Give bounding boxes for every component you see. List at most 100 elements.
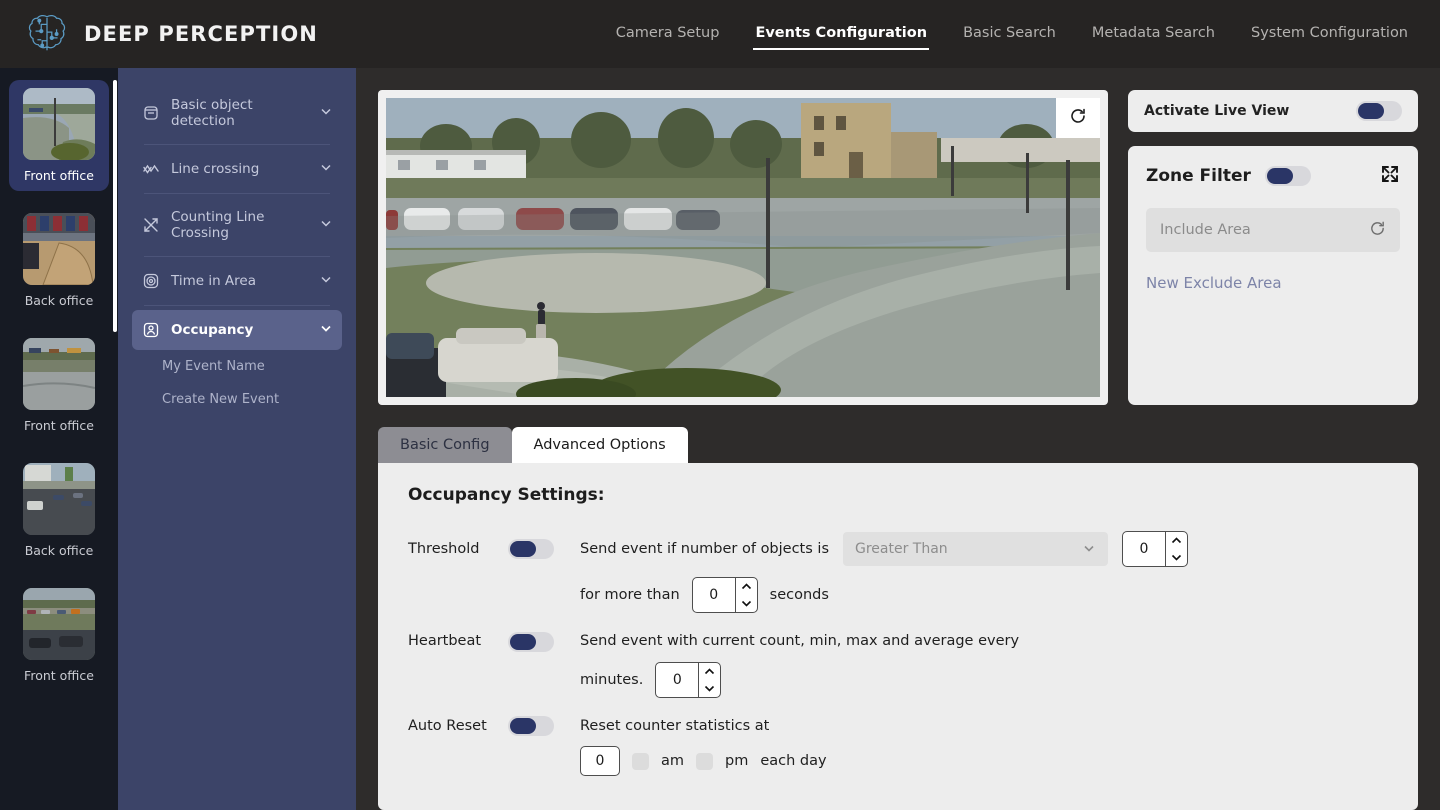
threshold-toggle-wrap — [508, 539, 580, 560]
video-panel — [378, 90, 1108, 405]
event-type-label: Occupancy — [171, 322, 254, 338]
activate-live-view-label: Activate Live View — [1144, 103, 1290, 119]
camera-item-1[interactable]: Back office — [9, 205, 109, 316]
toggle-knob — [510, 718, 536, 734]
event-type-counting-line-crossing[interactable]: Counting Line Crossing — [132, 198, 342, 252]
include-area-placeholder: Include Area — [1160, 222, 1251, 238]
pm-checkbox[interactable] — [696, 752, 714, 770]
event-subitem-create-new-event[interactable]: Create New Event — [132, 383, 342, 416]
chevron-down-icon[interactable] — [320, 217, 332, 233]
zone-filter-title: Zone Filter — [1146, 166, 1251, 186]
threshold-seconds-stepper[interactable]: 0 — [691, 577, 758, 613]
divider — [144, 193, 330, 194]
stepper-up-icon[interactable] — [699, 663, 720, 680]
camera-thumbnail — [23, 88, 95, 160]
comparison-select-value: Greater Than — [855, 541, 948, 557]
zone-filter-header: Zone Filter — [1146, 164, 1400, 188]
auto-reset-row: Auto Reset Reset counter statistics at — [408, 716, 1388, 736]
divider — [144, 256, 330, 257]
auto-reset-hour-input[interactable]: 0 — [580, 746, 620, 776]
nav-item-events-configuration[interactable]: Events Configuration — [753, 19, 929, 50]
stepper-buttons — [734, 578, 757, 612]
heartbeat-minutes-value[interactable]: 0 — [656, 663, 698, 697]
am-checkbox[interactable] — [632, 752, 649, 770]
camera-label: Front office — [24, 168, 94, 183]
refresh-icon — [1069, 107, 1087, 129]
toggle-knob — [1266, 168, 1293, 184]
app-root: DEEP PERCEPTION Camera Setup Events Conf… — [0, 0, 1440, 810]
expand-icon[interactable] — [1380, 164, 1400, 188]
each-day-label: each day — [760, 753, 827, 769]
toggle-knob — [510, 633, 536, 650]
threshold-toggle[interactable] — [508, 539, 554, 560]
zone-filter-toggle[interactable] — [1264, 166, 1311, 186]
event-type-label: Counting Line Crossing — [171, 209, 265, 241]
chevron-down-icon[interactable] — [320, 105, 332, 121]
occupancy-settings-panel: Occupancy Settings: Threshold Send event… — [378, 463, 1418, 810]
nav-item-camera-setup[interactable]: Camera Setup — [614, 19, 722, 50]
chevron-down-icon[interactable] — [320, 161, 332, 177]
stepper-down-icon[interactable] — [1166, 549, 1187, 566]
threshold-count-stepper[interactable]: 0 — [1122, 531, 1188, 567]
target-circle-icon — [142, 272, 160, 290]
chevron-down-icon[interactable] — [320, 322, 332, 338]
camera-label: Back office — [24, 293, 94, 308]
threshold-duration-suffix: seconds — [769, 587, 829, 603]
stepper-up-icon[interactable] — [736, 578, 757, 595]
camera-item-4[interactable]: Front office — [9, 580, 109, 691]
stepper-up-icon[interactable] — [1166, 532, 1187, 549]
object-box-icon — [142, 104, 160, 122]
threshold-duration-row: for more than 0 seconds — [580, 577, 1388, 613]
chevron-down-icon[interactable] — [320, 273, 332, 289]
zigzag-line-icon — [142, 160, 160, 178]
event-subitem-my-event-name[interactable]: My Event Name — [132, 350, 342, 383]
crossing-arrows-icon — [142, 216, 160, 234]
stepper-buttons — [1165, 532, 1187, 566]
video-refresh-button[interactable] — [1056, 98, 1100, 138]
activate-live-view-toggle[interactable] — [1356, 101, 1402, 121]
heartbeat-minutes-label: minutes. — [580, 671, 644, 688]
new-exclude-area-link[interactable]: New Exclude Area — [1146, 274, 1400, 292]
heartbeat-minutes-stepper[interactable]: 0 — [655, 661, 722, 698]
settings-title: Occupancy Settings: — [408, 485, 605, 505]
stepper-buttons — [698, 662, 720, 697]
tab-basic-config[interactable]: Basic Config — [378, 427, 512, 463]
comparison-select[interactable]: Greater Than — [843, 532, 1108, 566]
auto-reset-time-row: 0 am pm each day — [580, 746, 1388, 776]
event-type-sidebar: Basic object detection Line crossing Cou… — [118, 68, 356, 810]
tab-advanced-options[interactable]: Advanced Options — [511, 427, 688, 463]
divider — [144, 305, 330, 306]
right-column: Activate Live View Zone Filter Include A… — [1128, 90, 1418, 405]
threshold-text: Send event if number of objects is — [580, 541, 829, 557]
camera-item-3[interactable]: Back office — [9, 455, 109, 566]
event-type-line-crossing[interactable]: Line crossing — [132, 149, 342, 189]
app-header: DEEP PERCEPTION Camera Setup Events Conf… — [0, 0, 1440, 68]
threshold-count-value[interactable]: 0 — [1123, 532, 1165, 566]
include-area-field[interactable]: Include Area — [1146, 208, 1400, 252]
nav-item-system-configuration[interactable]: System Configuration — [1249, 19, 1410, 50]
event-type-basic-object-detection[interactable]: Basic object detection — [132, 86, 342, 140]
event-type-occupancy[interactable]: Occupancy — [132, 310, 342, 350]
camera-item-0[interactable]: Front office — [9, 80, 109, 191]
stepper-down-icon[interactable] — [736, 595, 757, 612]
nav-item-basic-search[interactable]: Basic Search — [961, 19, 1058, 50]
camera-thumbnail — [23, 338, 95, 410]
auto-reset-toggle-wrap — [508, 716, 580, 736]
include-area-refresh-icon[interactable] — [1369, 220, 1386, 241]
stepper-down-icon[interactable] — [699, 680, 720, 697]
threshold-seconds-value[interactable]: 0 — [693, 578, 735, 612]
event-type-time-in-area[interactable]: Time in Area — [132, 261, 342, 301]
heartbeat-toggle[interactable] — [508, 631, 554, 652]
camera-item-2[interactable]: Front office — [9, 330, 109, 441]
auto-reset-text: Reset counter statistics at — [580, 717, 770, 734]
heartbeat-row: Heartbeat Send event with current count,… — [408, 631, 1388, 652]
threshold-duration-prefix: for more than — [580, 587, 680, 603]
video-feed[interactable] — [386, 98, 1100, 397]
event-type-list: Basic object detection Line crossing Cou… — [132, 86, 342, 416]
camera-thumbnail — [23, 588, 95, 660]
heartbeat-minutes-row: minutes. 0 — [580, 661, 1388, 698]
event-type-label: Basic object detection — [171, 97, 253, 129]
nav-item-metadata-search[interactable]: Metadata Search — [1090, 19, 1217, 50]
main-nav: Camera Setup Events Configuration Basic … — [614, 19, 1410, 50]
auto-reset-toggle[interactable] — [508, 716, 554, 736]
